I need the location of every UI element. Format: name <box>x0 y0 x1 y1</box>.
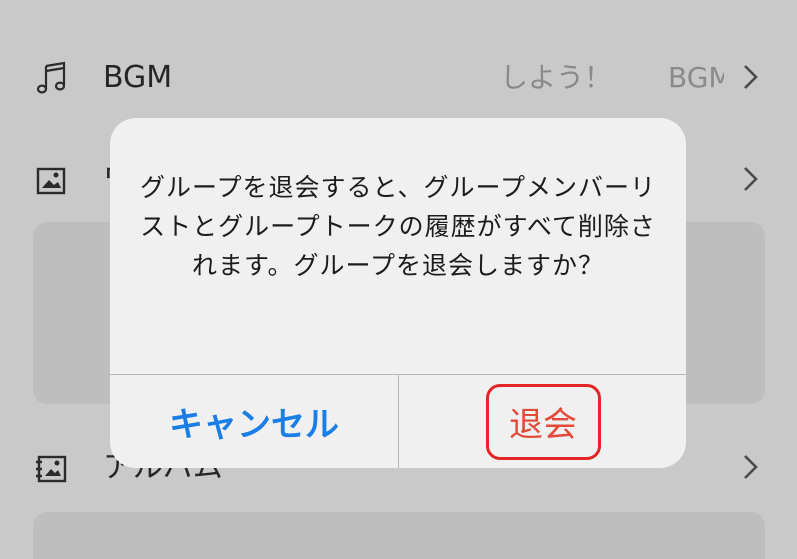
music-note-icon <box>36 61 66 94</box>
chevron-right-icon <box>744 455 758 479</box>
album-icon <box>36 455 67 483</box>
image-icon <box>36 167 66 195</box>
cancel-button[interactable]: キャンセル <box>110 375 398 468</box>
bgm-value: しよう！ <box>500 61 613 94</box>
bgm-label: BGM <box>103 60 173 95</box>
dialog-message: グループを退会すると、グループメンバーリストとグループトークの履歴がすべて削除さ… <box>140 173 657 280</box>
album-preview <box>33 512 765 559</box>
bgm-value-truncated: BGM <box>668 61 724 94</box>
settings-row-bgm[interactable]: BGM しよう！ BGM <box>0 48 797 108</box>
chevron-right-icon <box>744 65 758 89</box>
chevron-right-icon <box>744 167 758 191</box>
leave-button-highlight <box>486 384 601 460</box>
